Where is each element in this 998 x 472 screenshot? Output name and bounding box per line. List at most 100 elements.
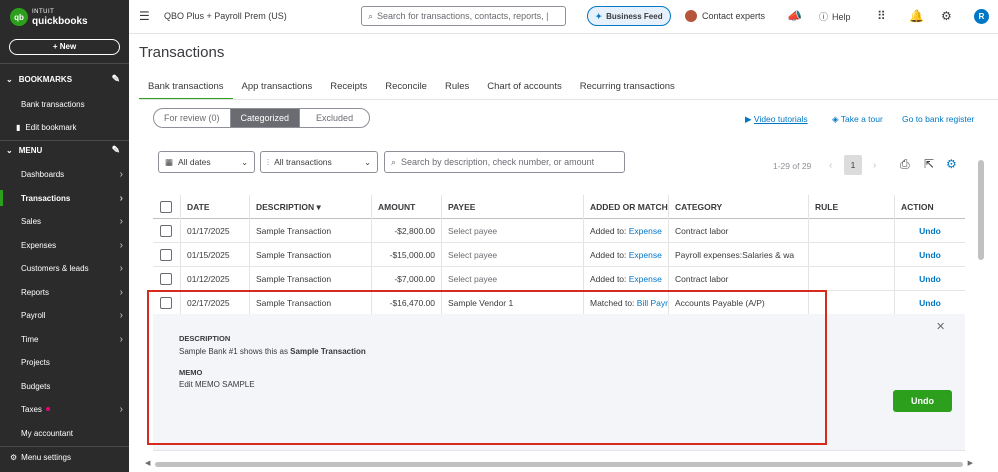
header-category[interactable]: CATEGORY xyxy=(668,195,808,219)
sidebar-item-edit-bookmark[interactable]: ▮ Edit bookmark xyxy=(0,117,129,137)
added-link[interactable]: Expense xyxy=(629,250,662,260)
horizontal-scrollbar[interactable]: ◀ ▶ xyxy=(145,459,973,469)
table-row-expanded[interactable]: 02/17/2025 Sample Transaction -$16,470.0… xyxy=(153,291,965,315)
print-icon[interactable]: ⎙ xyxy=(900,157,910,172)
header-amount[interactable]: AMOUNT xyxy=(371,195,441,219)
cell-payee[interactable]: Select payee xyxy=(441,243,583,267)
cell-rule xyxy=(808,219,894,243)
header-rule[interactable]: RULE xyxy=(808,195,894,219)
sidebar-item-transactions[interactable]: Transactions › xyxy=(0,188,129,208)
table-row[interactable]: 01/12/2025 Sample Transaction -$7,000.00… xyxy=(153,267,965,291)
undo-link[interactable]: Undo xyxy=(894,267,965,291)
bell-icon[interactable]: 🔔 xyxy=(909,9,924,23)
new-button[interactable]: + New xyxy=(9,39,120,55)
added-prefix: Added to: xyxy=(590,250,627,260)
row-checkbox[interactable] xyxy=(160,249,172,261)
undo-link[interactable]: Undo xyxy=(894,243,965,267)
tab-chart-of-accounts[interactable]: Chart of accounts xyxy=(478,80,570,100)
added-link[interactable]: Expense xyxy=(629,226,662,236)
tab-rules[interactable]: Rules xyxy=(436,80,478,100)
business-feed-button[interactable]: ✦ Business Feed xyxy=(587,6,671,26)
sidebar-item-payroll[interactable]: Payroll › xyxy=(0,305,129,325)
apps-grid-icon[interactable]: ⠿ xyxy=(877,9,886,23)
user-avatar[interactable]: R xyxy=(974,9,989,24)
segment-for-review[interactable]: For review (0) xyxy=(154,109,230,127)
sidebar-item-expenses[interactable]: Expenses › xyxy=(0,235,129,255)
sidebar-item-bank-transactions[interactable]: Bank transactions xyxy=(0,94,129,114)
video-tutorials-link[interactable]: ▶ Video tutorials xyxy=(745,114,808,125)
current-page[interactable]: 1 xyxy=(844,155,862,175)
tab-app-transactions[interactable]: App transactions xyxy=(233,80,322,100)
quickbooks-logo[interactable]: qb INTUIT quickbooks xyxy=(10,8,88,27)
cell-amount: -$16,470.00 xyxy=(371,291,441,315)
date-filter-value: All dates xyxy=(178,157,211,167)
sidebar-item-label: Projects xyxy=(21,357,50,367)
next-page-icon[interactable]: › xyxy=(873,160,876,171)
row-checkbox[interactable] xyxy=(160,273,172,285)
scroll-left-icon[interactable]: ◀ xyxy=(145,459,150,467)
select-all-checkbox[interactable] xyxy=(160,201,172,213)
scroll-right-icon[interactable]: ▶ xyxy=(968,459,973,467)
close-icon[interactable]: ✕ xyxy=(936,320,945,333)
settings-gear-icon[interactable]: ⚙ xyxy=(946,157,957,171)
row-checkbox[interactable] xyxy=(160,225,172,237)
prev-page-icon[interactable]: ‹ xyxy=(829,160,832,171)
scrollbar-thumb[interactable] xyxy=(155,462,963,467)
tab-reconcile[interactable]: Reconcile xyxy=(376,80,436,100)
undo-link[interactable]: Undo xyxy=(894,219,965,243)
tab-receipts[interactable]: Receipts xyxy=(321,80,376,100)
undo-button[interactable]: Undo xyxy=(893,390,952,412)
header-payee[interactable]: PAYEE xyxy=(441,195,583,219)
cell-payee[interactable]: Select payee xyxy=(441,267,583,291)
pencil-icon[interactable]: ✎ xyxy=(112,74,120,85)
added-link[interactable]: Bill Paym xyxy=(637,298,668,308)
menu-settings-button[interactable]: ⚙ Menu settings xyxy=(10,453,71,462)
segment-categorized[interactable]: Categorized xyxy=(229,109,301,127)
table-row[interactable]: 01/15/2025 Sample Transaction -$15,000.0… xyxy=(153,243,965,267)
transaction-search-input[interactable]: ⌕ Search by description, check number, o… xyxy=(384,151,625,173)
sidebar-item-reports[interactable]: Reports › xyxy=(0,282,129,302)
menu-header[interactable]: ⌄ MENU ✎ xyxy=(6,145,124,156)
transaction-filter-select[interactable]: ⫶ All transactions ⌄ xyxy=(260,151,378,173)
export-icon[interactable]: ⇱ xyxy=(924,157,934,171)
sidebar-item-sales[interactable]: Sales › xyxy=(0,211,129,231)
take-a-tour-link[interactable]: ◈ Take a tour xyxy=(832,114,883,125)
chevron-right-icon: › xyxy=(119,309,123,321)
sidebar-item-taxes[interactable]: Taxes › xyxy=(0,399,129,419)
table-row[interactable]: 01/17/2025 Sample Transaction -$2,800.00… xyxy=(153,219,965,243)
search-icon: ⌕ xyxy=(368,10,374,21)
tab-recurring-transactions[interactable]: Recurring transactions xyxy=(571,80,684,100)
undo-link[interactable]: Undo xyxy=(894,291,965,315)
row-checkbox[interactable] xyxy=(160,297,172,309)
hamburger-icon[interactable]: ☰ xyxy=(139,9,150,23)
cell-payee[interactable]: Select payee xyxy=(441,219,583,243)
pencil-icon[interactable]: ✎ xyxy=(112,145,120,156)
header-date[interactable]: DATE xyxy=(180,195,249,219)
memo-value: Edit MEMO SAMPLE xyxy=(179,380,255,389)
sidebar-item-my-accountant[interactable]: My accountant xyxy=(0,423,129,443)
vertical-scrollbar[interactable] xyxy=(978,160,984,260)
memo-label: MEMO xyxy=(179,368,203,377)
global-search-input[interactable]: ⌕ Search for transactions, contacts, rep… xyxy=(361,6,566,26)
bookmarks-header[interactable]: ⌄ BOOKMARKS ✎ xyxy=(6,74,124,85)
sidebar-item-projects[interactable]: Projects xyxy=(0,352,129,372)
sidebar-item-customers-leads[interactable]: Customers & leads › xyxy=(0,258,129,278)
added-link[interactable]: Expense xyxy=(629,274,662,284)
megaphone-icon[interactable]: 📣 xyxy=(787,9,802,23)
contact-experts-button[interactable]: Contact experts xyxy=(685,10,765,22)
date-filter-select[interactable]: ▦ All dates ⌄ xyxy=(158,151,255,173)
sidebar-item-dashboards[interactable]: Dashboards › xyxy=(0,164,129,184)
cell-payee[interactable]: Sample Vendor 1 xyxy=(441,291,583,315)
header-description[interactable]: DESCRIPTION ▾ xyxy=(249,195,371,219)
chevron-down-icon: ⌄ xyxy=(364,157,371,167)
help-button[interactable]: ⓘ Help xyxy=(819,10,851,23)
go-to-bank-register-link[interactable]: Go to bank register xyxy=(902,114,974,124)
gear-icon[interactable]: ⚙ xyxy=(941,9,952,23)
cell-description: Sample Transaction xyxy=(249,267,371,291)
tab-bank-transactions[interactable]: Bank transactions xyxy=(139,80,233,100)
sidebar-item-budgets[interactable]: Budgets xyxy=(0,376,129,396)
segment-excluded[interactable]: Excluded xyxy=(300,109,369,127)
header-added-matched[interactable]: ADDED OR MATCHED xyxy=(583,195,668,219)
chevron-right-icon: › xyxy=(119,168,123,180)
sidebar-item-time[interactable]: Time › xyxy=(0,329,129,349)
